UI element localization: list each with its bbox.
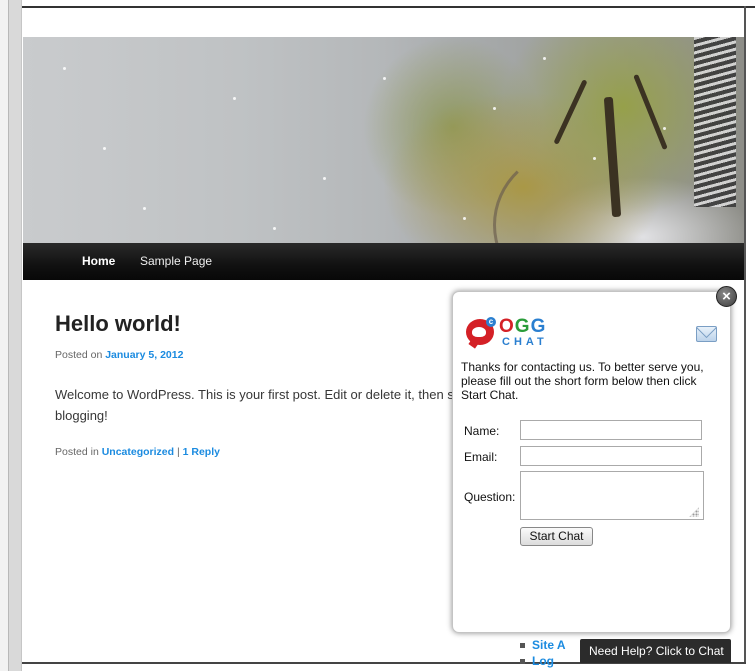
- logo-badge: c: [486, 317, 496, 327]
- meta-separator: |: [174, 446, 183, 458]
- post-content-line: Welcome to WordPress. This is your first…: [55, 387, 454, 402]
- name-label: Name:: [464, 424, 500, 438]
- main-navigation: Home Sample Page: [23, 243, 744, 280]
- sidebar-link[interactable]: Site A: [532, 638, 566, 652]
- logo-letter: G: [530, 316, 547, 337]
- lakeside-path: [493, 147, 659, 243]
- bullet: [520, 643, 525, 649]
- nav-sample-page[interactable]: Sample Page: [140, 243, 212, 280]
- bullet: [520, 659, 525, 665]
- snowflake: [143, 207, 146, 210]
- start-chat-button[interactable]: Start Chat: [520, 527, 593, 546]
- logo-letter: O: [499, 316, 515, 337]
- need-help-chat-bar[interactable]: Need Help? Click to Chat: [580, 639, 731, 663]
- snowflake: [273, 227, 276, 230]
- email-label: Email:: [464, 450, 498, 464]
- logo-wordmark: OGG: [499, 317, 546, 337]
- sidebar-item[interactable]: Site A: [520, 638, 566, 652]
- sidebar-item[interactable]: Log: [520, 654, 554, 668]
- posted-in-prefix: Posted in: [55, 446, 102, 458]
- snowflake: [63, 67, 66, 70]
- question-field[interactable]: [520, 471, 704, 520]
- stone-stairs: [694, 37, 736, 207]
- chat-intro-text: Thanks for contacting us. To better serv…: [461, 360, 704, 402]
- snowflake: [323, 177, 326, 180]
- question-label: Question:: [464, 490, 516, 504]
- snowflake: [543, 57, 546, 60]
- header-image: [23, 37, 744, 243]
- mail-icon[interactable]: [696, 326, 717, 342]
- snowflake: [663, 127, 666, 130]
- post-title[interactable]: Hello world!: [55, 311, 181, 337]
- logo-subtitle: CHAT: [502, 336, 548, 348]
- window-frame-bar: [8, 0, 22, 671]
- post-footer-meta: Posted in Uncategorized | 1 Reply: [55, 446, 220, 458]
- snowflake: [383, 77, 386, 80]
- snowflake: [233, 97, 236, 100]
- reply-link[interactable]: 1 Reply: [183, 446, 220, 458]
- window-frame-left: [0, 0, 8, 671]
- tree-branch: [553, 79, 588, 145]
- snowflake: [463, 217, 466, 220]
- snowflake: [103, 147, 106, 150]
- snowflake: [493, 107, 496, 110]
- post-content: Welcome to WordPress. This is your first…: [55, 384, 515, 426]
- post-date-link[interactable]: January 5, 2012: [105, 349, 183, 361]
- window-frame-right: [744, 6, 746, 664]
- email-field[interactable]: [520, 446, 702, 466]
- post-content-line: blogging!: [55, 408, 108, 423]
- logo-face: [472, 327, 486, 337]
- nav-home[interactable]: Home: [82, 243, 115, 280]
- sidebar-link[interactable]: Log: [532, 654, 554, 668]
- close-icon[interactable]: ×: [716, 286, 737, 307]
- snowflake: [593, 157, 596, 160]
- logo-letter: G: [514, 316, 531, 337]
- posted-on-prefix: Posted on: [55, 349, 106, 361]
- tree-branch: [633, 73, 668, 151]
- name-field[interactable]: [520, 420, 702, 440]
- category-link[interactable]: Uncategorized: [102, 446, 174, 458]
- post-date-line: Posted on January 5, 2012: [55, 349, 183, 361]
- ogg-chat-logo: c OGG CHAT: [466, 317, 576, 349]
